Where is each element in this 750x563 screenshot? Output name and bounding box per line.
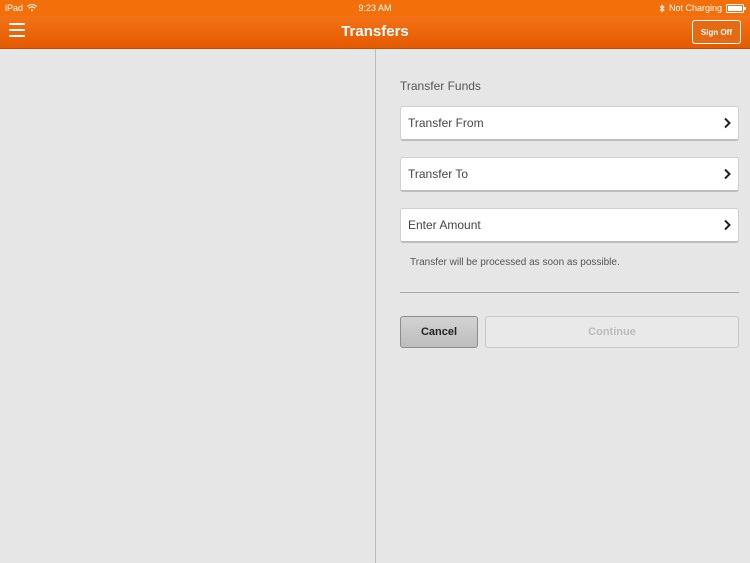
status-time: 9:23 AM [358, 3, 392, 13]
row-label: Transfer From [408, 116, 484, 130]
chevron-right-icon [724, 219, 731, 231]
section-title: Transfer Funds [400, 79, 481, 93]
transfer-to-row[interactable]: Transfer To [400, 157, 739, 192]
cancel-button[interactable]: Cancel [400, 316, 478, 348]
processing-note: Transfer will be processed as soon as po… [410, 257, 620, 268]
status-bar: iPad 9:23 AM Not Charging [0, 0, 750, 16]
battery-icon [726, 3, 746, 13]
nav-bar: Transfers Sign Off [0, 16, 750, 49]
row-label: Transfer To [408, 167, 469, 181]
transfer-from-row[interactable]: Transfer From [400, 106, 739, 141]
enter-amount-row[interactable]: Enter Amount [400, 208, 739, 243]
transfer-panel: Transfer Funds Transfer From Transfer To… [376, 49, 750, 563]
sign-off-button[interactable]: Sign Off [691, 20, 741, 44]
section-divider [400, 292, 739, 293]
left-pane [0, 49, 375, 563]
row-label: Enter Amount [408, 218, 481, 232]
continue-button[interactable]: Continue [485, 316, 739, 348]
charging-status: Not Charging [668, 3, 722, 13]
page-title: Transfers [341, 23, 409, 40]
bluetooth-icon [659, 3, 665, 13]
status-right: Not Charging [659, 3, 746, 13]
chevron-right-icon [724, 117, 731, 129]
chevron-right-icon [724, 168, 731, 180]
